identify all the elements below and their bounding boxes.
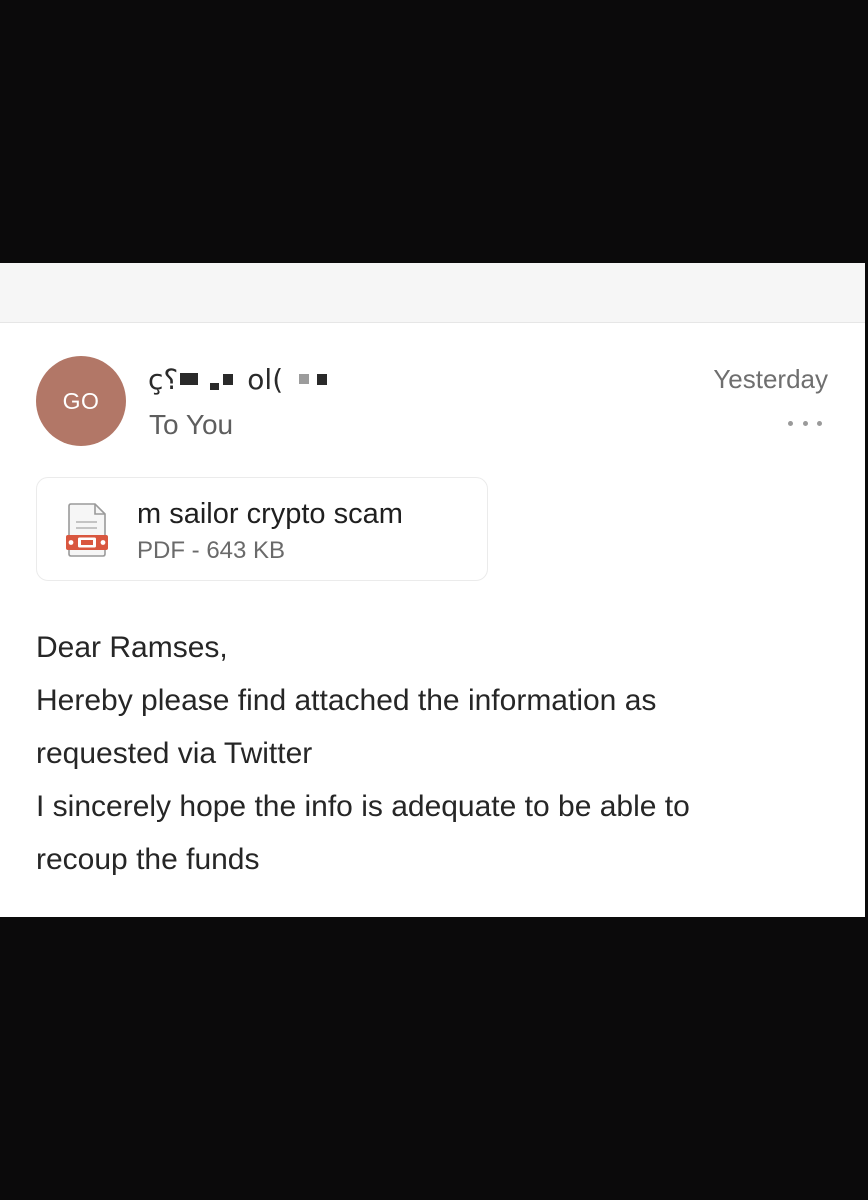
more-dot-icon (817, 420, 822, 426)
more-dot-icon (788, 420, 793, 426)
body-line: recoup the funds (36, 843, 260, 876)
received-date: Yesterday (713, 364, 828, 394)
sender-avatar[interactable]: GO (36, 356, 126, 446)
redaction-block (180, 373, 199, 385)
recipient-label: To You (149, 409, 234, 440)
body-line: requested via Twitter (36, 737, 313, 770)
sender-name-redacted: ç؟ ol( (148, 359, 329, 399)
more-options-button[interactable] (788, 413, 822, 433)
screenshot-frame: GO ç؟ ol( To You Yesterday m sailor cryp… (0, 0, 868, 1200)
redaction-block (210, 382, 220, 390)
email-panel: GO ç؟ ol( To You Yesterday m sailor cryp… (0, 263, 865, 917)
attachment-name: m sailor crypto scam (137, 498, 403, 530)
redaction-block (223, 373, 234, 385)
header-bar (0, 263, 865, 323)
sender-name-fragment: ç؟ (148, 362, 179, 396)
body-line: I sincerely hope the info is adequate to… (36, 790, 690, 823)
body-line: Hereby please find attached the informat… (36, 684, 657, 717)
pdf-file-icon (66, 503, 108, 557)
body-line: Dear Ramses, (36, 631, 228, 664)
redaction-block (299, 374, 310, 384)
more-dot-icon (802, 420, 808, 426)
attachment-meta: PDF - 643 KB (137, 537, 286, 564)
attachment-card[interactable]: m sailor crypto scam PDF - 643 KB (36, 477, 488, 581)
redaction-block (317, 373, 328, 385)
email-body: Dear Ramses, Hereby please find attached… (36, 621, 846, 886)
sender-name-fragment: ol( (247, 362, 284, 396)
